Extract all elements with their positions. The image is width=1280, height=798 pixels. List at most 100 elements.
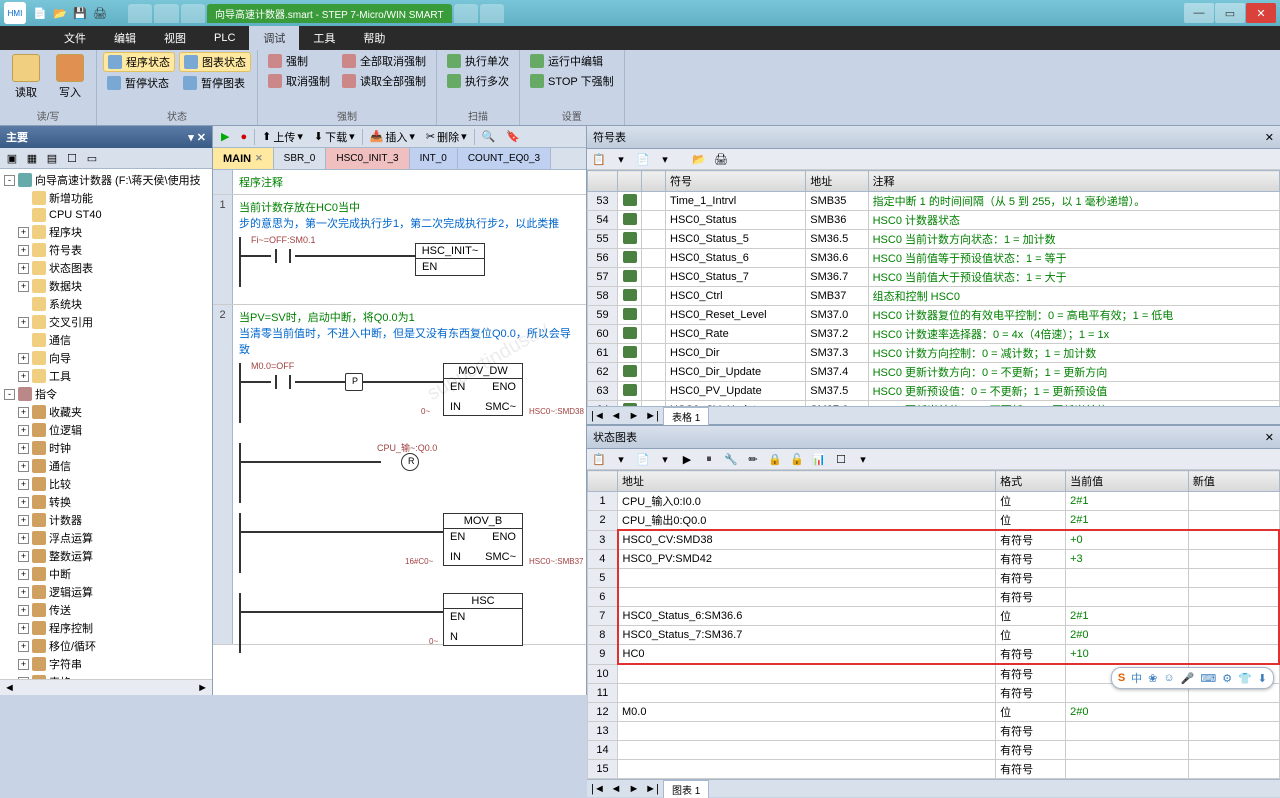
tab-nav-prev-icon[interactable]: ◄ (609, 410, 623, 422)
tab-nav-first-icon[interactable]: |◄ (591, 783, 605, 795)
tb-icon[interactable]: 🔒 (767, 451, 783, 467)
table-row[interactable]: 56HSC0_Status_6SM36.6HSC0 当前值等于预设值状态：1 =… (588, 249, 1280, 268)
tree-instr-root[interactable]: -指令 (2, 385, 210, 403)
minimize-button[interactable]: — (1184, 3, 1214, 23)
search-button[interactable]: 🔍 (478, 129, 500, 144)
panel-close-icon[interactable]: ✕ (1265, 431, 1274, 444)
table-row[interactable]: 55HSC0_Status_5SM36.5HSC0 当前计数方向状态：1 = 加… (588, 230, 1280, 249)
table-row[interactable]: 59HSC0_Reset_LevelSM37.0HSC0 计数器复位的有效电平控… (588, 306, 1280, 325)
print-icon[interactable]: 🖨 (92, 5, 108, 21)
pause-status-button[interactable]: 暂停状态 (103, 74, 175, 92)
tree-node[interactable]: +程序块 (2, 223, 210, 241)
function-block[interactable]: HSC_INIT~ EN (415, 243, 485, 276)
table-row[interactable]: 62HSC0_Dir_UpdateSM37.4HSC0 更新计数方向：0 = 不… (588, 363, 1280, 382)
tree-node[interactable]: 通信 (2, 331, 210, 349)
tree-node[interactable]: +程序控制 (2, 619, 210, 637)
tree-node[interactable]: +状态图表 (2, 259, 210, 277)
insert-button[interactable]: 📥 插入 ▾ (366, 128, 419, 146)
tree-node[interactable]: +转换 (2, 493, 210, 511)
tb-icon[interactable]: 🔧 (723, 451, 739, 467)
delete-button[interactable]: ✂ 删除 ▾ (422, 128, 471, 146)
tb-icon[interactable]: ✏ (745, 451, 761, 467)
read-all-force-button[interactable]: 读取全部强制 (338, 72, 430, 90)
contact-icon[interactable] (271, 249, 295, 263)
table-row[interactable]: 3HSC0_CV:SMD38有符号+0 (588, 530, 1280, 550)
save-icon[interactable]: 💾 (72, 5, 88, 21)
run-button[interactable]: ▶ (217, 129, 233, 144)
ime-toolbar[interactable]: S 中 ❀ ☺ 🎤 ⌨ ⚙ 👕 ⬇ (1111, 667, 1274, 689)
project-tree[interactable]: -向导高速计数器 (F:\蒋天侯\使用技 新增功能CPU ST40+程序块+符号… (0, 169, 212, 679)
pulse-icon[interactable]: P (345, 373, 363, 391)
run-edit-button[interactable]: 运行中编辑 (526, 52, 618, 70)
tree-node[interactable]: +移位/循环 (2, 637, 210, 655)
doc-tab[interactable] (454, 4, 478, 23)
upload-button[interactable]: ⬆ 上传 ▾ (258, 128, 307, 146)
maximize-button[interactable]: ▭ (1215, 3, 1245, 23)
tree-node[interactable]: 新增功能 (2, 189, 210, 207)
ime-settings-icon[interactable]: ⚙ (1222, 672, 1232, 685)
table-row[interactable]: 5有符号 (588, 569, 1280, 588)
program-status-button[interactable]: 程序状态 (103, 52, 175, 72)
ladder-area[interactable]: 程序注释 1 当前计数存放在HC0当中 步的意思为，第一次完成执行步1，第二次完… (213, 170, 586, 695)
tb-icon[interactable]: ▤ (44, 150, 60, 166)
menu-file[interactable]: 文件 (50, 26, 100, 50)
pause-chart-button[interactable]: 暂停图表 (179, 74, 251, 92)
table-row[interactable]: 6有符号 (588, 588, 1280, 607)
table-row[interactable]: 61HSC0_DirSM37.3HSC0 计数方向控制：0 = 减计数；1 = … (588, 344, 1280, 363)
doc-tab[interactable] (128, 4, 152, 23)
tb-icon[interactable]: ⏸ (701, 451, 717, 467)
tb-icon[interactable]: ▣ (4, 150, 20, 166)
tab-nav-last-icon[interactable]: ►| (645, 410, 659, 422)
tab-int0[interactable]: INT_0 (410, 148, 458, 169)
ime-voice-icon[interactable]: 🎤 (1181, 672, 1195, 685)
ime-lang-icon[interactable]: 中 (1131, 670, 1142, 686)
table-row[interactable]: 9HC0有符号+10 (588, 645, 1280, 665)
unforce-button[interactable]: 取消强制 (264, 72, 334, 90)
table-row[interactable]: 1CPU_输入0:I0.0位2#1 (588, 492, 1280, 511)
status-chart-grid[interactable]: 地址 格式 当前值 新值 1CPU_输入0:I0.0位2#12CPU_输出0:Q… (587, 470, 1280, 779)
stop-button[interactable]: ● (236, 130, 251, 144)
tb-icon[interactable]: 🔓 (789, 451, 805, 467)
function-block[interactable]: HSC EN N (443, 593, 523, 646)
tree-node[interactable]: +收藏夹 (2, 403, 210, 421)
execute-multi-button[interactable]: 执行多次 (443, 72, 513, 90)
table-row[interactable]: 12M0.0位2#0 (588, 703, 1280, 722)
panel-close-icon[interactable]: ✕ (1265, 131, 1274, 144)
table-row[interactable]: 53Time_1_IntrvlSMB35指定中断 1 的时间间隔（从 5 到 2… (588, 192, 1280, 211)
tree-node[interactable]: +工具 (2, 367, 210, 385)
download-button[interactable]: ⬇ 下载 ▾ (310, 128, 359, 146)
tab-hsc0-init[interactable]: HSC0_INIT_3 (326, 148, 409, 169)
reset-coil-icon[interactable]: R (401, 453, 419, 471)
tab-nav-next-icon[interactable]: ► (627, 783, 641, 795)
tb-icon[interactable]: ☐ (833, 451, 849, 467)
menu-debug[interactable]: 调试 (249, 26, 299, 50)
table-row[interactable]: 60HSC0_RateSM37.2HSC0 计数速率选择器：0 = 4x（4倍速… (588, 325, 1280, 344)
read-button[interactable]: 读取 (6, 52, 46, 102)
close-button[interactable]: ✕ (1246, 3, 1276, 23)
tb-icon[interactable]: ▦ (24, 150, 40, 166)
function-block[interactable]: MOV_DW ENENO INSMC~ (443, 363, 523, 416)
symbol-table-grid[interactable]: 符号地址注释 53Time_1_IntrvlSMB35指定中断 1 的时间间隔（… (587, 170, 1280, 406)
tab-nav-first-icon[interactable]: |◄ (591, 410, 605, 422)
ime-skin-icon[interactable]: 👕 (1238, 672, 1252, 685)
ime-emoji-icon[interactable]: ☺ (1163, 672, 1174, 684)
doc-tab[interactable] (480, 4, 504, 23)
tree-node[interactable]: +逻辑运算 (2, 583, 210, 601)
doc-tab[interactable] (181, 4, 205, 23)
tab-nav-prev-icon[interactable]: ◄ (609, 783, 623, 795)
execute-single-button[interactable]: 执行单次 (443, 52, 513, 70)
tree-project-root[interactable]: -向导高速计数器 (F:\蒋天侯\使用技 (2, 171, 210, 189)
tree-node[interactable]: +中断 (2, 565, 210, 583)
ime-logo-icon[interactable]: S (1118, 672, 1125, 684)
ime-dropdown-icon[interactable]: ⬇ (1258, 672, 1267, 685)
tree-node[interactable]: +向导 (2, 349, 210, 367)
tree-node[interactable]: 系统块 (2, 295, 210, 313)
tree-hscroll[interactable]: ◄► (0, 679, 212, 695)
tb-icon[interactable]: 🖨 (713, 151, 729, 167)
tb-icon[interactable]: 📊 (811, 451, 827, 467)
tab-sbr0[interactable]: SBR_0 (274, 148, 327, 169)
tree-node[interactable]: +比较 (2, 475, 210, 493)
panel-close-icon[interactable]: ▾ ✕ (188, 131, 206, 144)
tb-icon[interactable]: 📋 (591, 451, 607, 467)
unforce-all-button[interactable]: 全部取消强制 (338, 52, 430, 70)
